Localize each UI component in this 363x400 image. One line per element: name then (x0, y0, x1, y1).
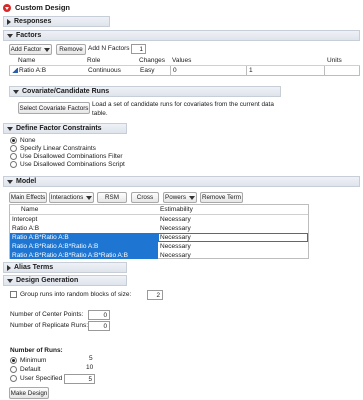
runs-user-specified-radio[interactable] (10, 375, 17, 382)
runs-minimum-label: Minimum (20, 357, 47, 364)
factor-low-value[interactable]: 0 (173, 67, 177, 74)
model-table: Name Estimability Intercept Necessary Ra… (9, 204, 309, 259)
constraint-filter-radio[interactable] (10, 153, 17, 160)
factor-role: Continuous (88, 67, 121, 74)
term-name: Intercept (12, 216, 38, 223)
cross-button[interactable]: Cross (131, 192, 159, 203)
select-covariate-factors-button[interactable]: Select Covariate Factors (18, 102, 90, 114)
collapsed-disclosure-icon[interactable] (7, 18, 11, 25)
responses-header[interactable]: Responses (3, 16, 110, 27)
interactions-button[interactable]: Interactions (49, 192, 94, 203)
constraint-script-radio[interactable] (10, 161, 17, 168)
runs-default-label: Default (20, 366, 41, 373)
term-estimability-cell[interactable]: Necessary (158, 233, 308, 242)
design-generation-header[interactable]: Design Generation (3, 275, 127, 286)
col-role: Role (87, 57, 101, 64)
constraint-linear-label: Specify Linear Constraints (20, 145, 96, 152)
window-title: Custom Design (15, 3, 71, 12)
collapsed-disclosure-icon[interactable] (7, 264, 11, 271)
col-changes: Changes (139, 57, 166, 64)
replicate-runs-label: Number of Replicate Runs: (10, 322, 89, 329)
runs-default-value: 10 (86, 364, 94, 371)
factor-high-value[interactable]: 1 (249, 67, 253, 74)
col-values: Values (172, 57, 192, 64)
term-name: Ratio A:B*Ratio A:B (12, 234, 69, 241)
add-n-factors-label: Add N Factors (88, 45, 130, 52)
runs-user-specified-input[interactable]: 5 (64, 374, 95, 384)
constraint-filter-label: Use Disallowed Combinations Filter (20, 153, 123, 160)
expanded-disclosure-icon[interactable] (7, 33, 13, 38)
alias-terms-title: Alias Terms (14, 264, 54, 271)
runs-minimum-value: 5 (89, 355, 93, 362)
factors-title: Factors (16, 32, 42, 39)
term-estimability[interactable]: Necessary (160, 216, 191, 223)
remove-term-button[interactable]: Remove Term (200, 192, 243, 203)
group-runs-label: Group runs into random blocks of size: (20, 291, 132, 298)
rsm-button[interactable]: RSM (97, 192, 127, 203)
term-estimability[interactable]: Necessary (160, 234, 191, 241)
covariate-description: Load a set of candidate runs for covaria… (92, 101, 274, 117)
constraint-linear-radio[interactable] (10, 145, 17, 152)
constraint-none-radio[interactable] (10, 137, 17, 144)
add-factor-button[interactable]: Add Factor (9, 44, 52, 55)
group-runs-input[interactable]: 2 (147, 290, 163, 300)
number-of-runs-heading: Number of Runs: (10, 347, 63, 354)
add-n-factors-input[interactable]: 1 (131, 44, 146, 54)
constraints-title: Define Factor Constraints (16, 125, 102, 132)
model-title: Model (16, 178, 37, 185)
runs-user-specified-label: User Specified (20, 375, 63, 382)
covariate-title: Covariate/Candidate Runs (22, 88, 110, 95)
factors-header[interactable]: Factors (3, 30, 360, 41)
term-name: Ratio A:B*Ratio A:B*Ratio A:B (12, 243, 99, 250)
table-row[interactable]: Ratio A:B Necessary (10, 224, 308, 233)
replicate-runs-input[interactable]: 0 (88, 321, 110, 331)
term-estimability[interactable]: Necessary (160, 243, 191, 250)
runs-default-radio[interactable] (10, 366, 17, 373)
remove-factor-button[interactable]: Remove (56, 44, 86, 55)
col-term-name: Name (21, 206, 39, 213)
constraint-script-label: Use Disallowed Combinations Script (20, 161, 125, 168)
group-runs-checkbox[interactable] (10, 291, 17, 298)
table-row[interactable]: Intercept Necessary (10, 215, 308, 224)
col-name: Name (18, 57, 36, 64)
center-points-label: Number of Center Points: (10, 311, 84, 318)
chevron-down-icon (44, 47, 51, 52)
factor-name[interactable]: Ratio A:B (19, 67, 46, 74)
factors-table: Name Role Changes Values Units Ratio A:B… (9, 56, 360, 76)
main-effects-button[interactable]: Main Effects (9, 192, 47, 203)
make-design-button[interactable]: Make Design (9, 387, 49, 399)
continuous-factor-icon (12, 68, 18, 73)
alias-terms-header[interactable]: Alias Terms (3, 262, 127, 273)
table-row-selected[interactable]: Ratio A:B*Ratio A:B*Ratio A:B*Ratio A:B (10, 251, 158, 259)
red-triangle-menu-icon[interactable] (3, 3, 11, 12)
expanded-disclosure-icon[interactable] (7, 278, 13, 283)
col-units: Units (327, 57, 342, 64)
table-row-selected[interactable]: Ratio A:B*Ratio A:B (10, 233, 158, 242)
chevron-down-icon (189, 195, 195, 200)
term-estimability[interactable]: Necessary (160, 225, 191, 232)
runs-minimum-radio[interactable] (10, 357, 17, 364)
factor-changes[interactable]: Easy (140, 67, 154, 74)
table-row[interactable]: Necessary (158, 242, 308, 251)
design-generation-title: Design Generation (16, 277, 79, 284)
chevron-down-icon (86, 195, 93, 200)
covariate-header[interactable]: Covariate/Candidate Runs (9, 86, 281, 97)
constraint-none-label: None (20, 137, 36, 144)
title-bar: Custom Design (3, 3, 70, 12)
table-row-selected[interactable]: Ratio A:B*Ratio A:B*Ratio A:B (10, 242, 158, 251)
model-header[interactable]: Model (3, 176, 360, 187)
powers-button[interactable]: Powers (163, 192, 197, 203)
term-name: Ratio A:B*Ratio A:B*Ratio A:B*Ratio A:B (12, 252, 128, 259)
term-estimability[interactable]: Necessary (160, 252, 191, 259)
center-points-input[interactable]: 0 (88, 310, 110, 320)
table-row[interactable]: Necessary (158, 251, 308, 259)
term-name: Ratio A:B (12, 225, 40, 232)
responses-title: Responses (14, 18, 52, 25)
expanded-disclosure-icon[interactable] (7, 179, 13, 184)
constraints-header[interactable]: Define Factor Constraints (3, 123, 127, 134)
factor-row[interactable]: Ratio A:B Continuous Easy 0 1 (9, 66, 360, 76)
expanded-disclosure-icon[interactable] (7, 126, 13, 131)
expanded-disclosure-icon[interactable] (13, 89, 19, 94)
col-estimability: Estimability (160, 206, 193, 213)
